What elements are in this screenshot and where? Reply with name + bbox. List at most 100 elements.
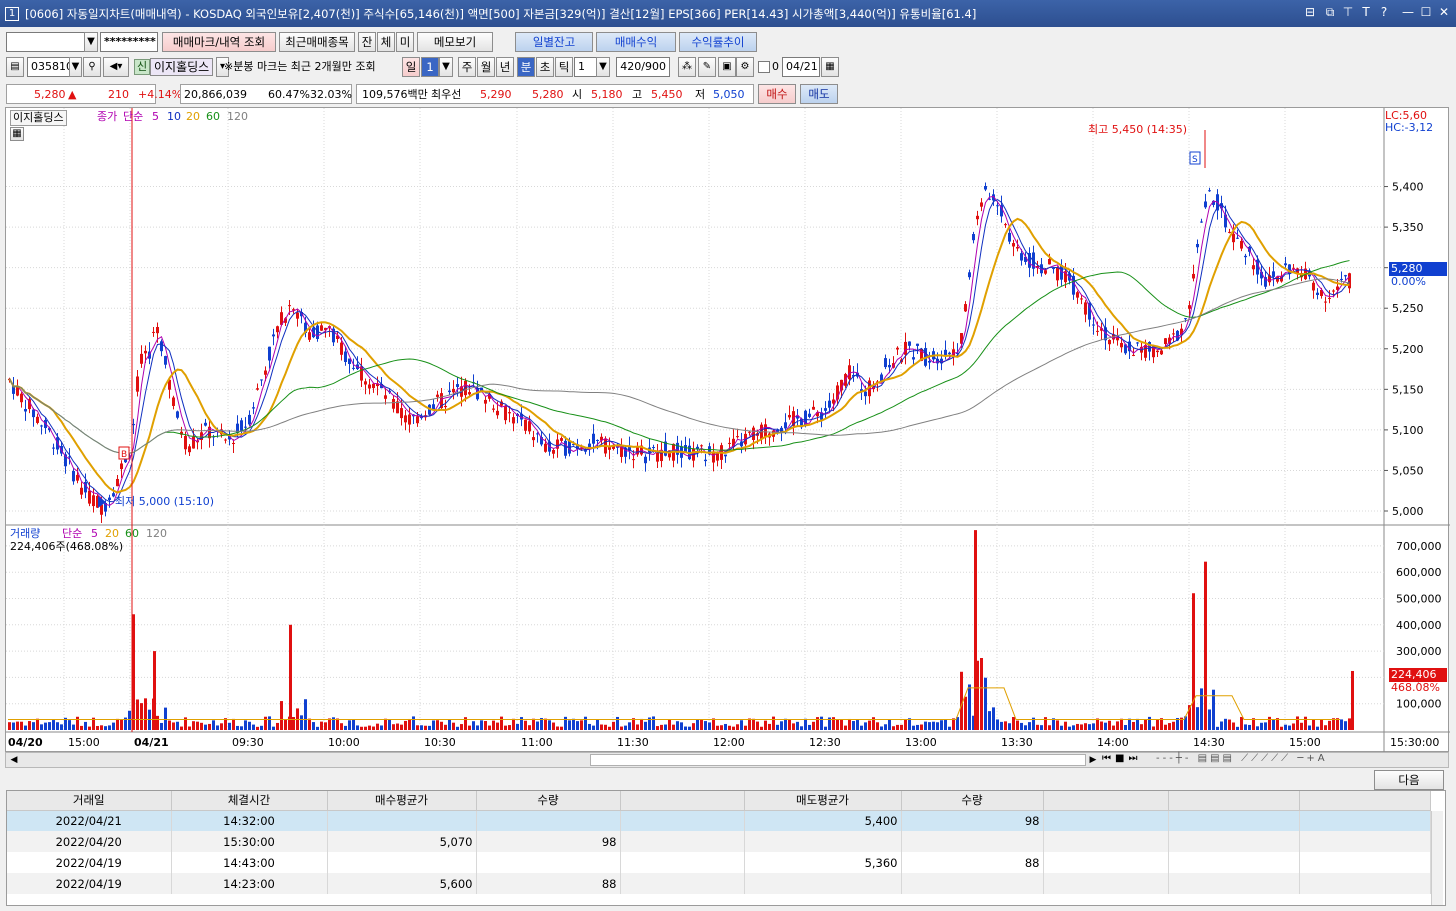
table-cell: 2022/04/19 — [7, 873, 172, 894]
chart-scrollbar[interactable]: ◀ ▶ ⏮■⏭ ‐‐‐┼‐ ▤▤▤ ⟋⟋⟋⟋⟋ ─+A — [5, 752, 1449, 768]
minimize-icon[interactable]: — — [1400, 5, 1416, 19]
volume-bar — [316, 726, 319, 730]
candle-body — [152, 331, 155, 333]
interval-dropdown-icon[interactable]: ▼ — [596, 57, 610, 77]
col-buy-avg[interactable]: 매수평균가 — [327, 791, 477, 811]
period-year-button[interactable]: 년 — [496, 57, 514, 77]
scroll-left-icon[interactable]: ◀ — [8, 754, 20, 766]
chart-tool-icons[interactable]: ‐‐‐┼‐ ▤▤▤ ⟋⟋⟋⟋⟋ ─+A — [1156, 753, 1328, 764]
volume-bar — [1224, 718, 1227, 730]
period-second-button[interactable]: 초 — [536, 57, 554, 77]
text-icon[interactable]: T — [1358, 5, 1374, 19]
table-row[interactable]: 2022/04/19 14:23:00 5,600 88 — [7, 873, 1431, 894]
volume-bar — [24, 725, 27, 730]
table-cell: 14:32:00 — [171, 810, 328, 831]
password-input[interactable]: ********* — [100, 32, 158, 52]
y-tick-label: 5,250 — [1392, 302, 1424, 315]
volume-bar — [928, 722, 931, 730]
account-select[interactable] — [6, 32, 86, 52]
table-row[interactable]: 2022/04/21 14:32:00 5,400 98 — [7, 810, 1431, 831]
unfilled-button[interactable]: 미 — [396, 32, 414, 52]
table-row[interactable]: 2022/04/19 14:43:00 5,360 88 — [7, 852, 1431, 873]
volume-bar — [468, 725, 471, 730]
volume-bar — [472, 721, 475, 730]
pin-icon[interactable]: ⊤ — [1340, 5, 1356, 19]
trade-profit-button[interactable]: 매매수익 — [596, 32, 676, 52]
sell-button[interactable]: 매도 — [800, 84, 838, 104]
daily-balance-button[interactable]: 일별잔고 — [515, 32, 593, 52]
col-trade-date[interactable]: 거래일 — [7, 791, 172, 811]
draw-tool-icon[interactable]: ✎ — [698, 57, 716, 77]
help-icon[interactable]: ? — [1376, 5, 1392, 19]
period-tick-button[interactable]: 틱 — [555, 57, 573, 77]
scroll-right-icon[interactable]: ▶ — [1086, 754, 1100, 766]
date-input[interactable]: 04/21 — [782, 57, 820, 77]
period-week-button[interactable]: 주 — [458, 57, 476, 77]
mark-query-button[interactable]: 매매마크/내역 조회 — [162, 32, 276, 52]
candle-body — [264, 370, 267, 375]
close-icon[interactable]: ✕ — [1436, 5, 1452, 19]
restore-panel-icon[interactable]: ⊟ — [1302, 5, 1318, 19]
volume-bar — [788, 720, 791, 730]
price-legend-stock[interactable]: 이지홀딩스 — [10, 110, 67, 126]
filled-button[interactable]: 체 — [377, 32, 395, 52]
calendar-icon[interactable]: ▦ — [821, 57, 839, 77]
period-dropdown-icon[interactable]: ▼ — [439, 57, 453, 77]
search-icon[interactable]: ⚲ — [83, 57, 101, 77]
x-tick-label: 10:30 — [424, 736, 456, 749]
next-button[interactable]: 다음 — [1374, 770, 1444, 790]
volume-bar — [228, 722, 231, 730]
candle-body — [1008, 232, 1011, 242]
indicator-icon[interactable]: ⁂ — [678, 57, 696, 77]
playback-icons[interactable]: ⏮■⏭ — [1102, 753, 1141, 764]
chart-canvas[interactable]: 04/20 15:00 04/21 09:30 10:00 10:30 11:00 11:30… — [6, 108, 1450, 753]
save-icon[interactable]: ▣ — [718, 57, 736, 77]
data-count-input[interactable]: 420/900 — [616, 57, 670, 77]
col-exec-time[interactable]: 체결시간 — [171, 791, 328, 811]
col-sell-avg[interactable]: 매도평균가 — [744, 791, 902, 811]
chart-area[interactable]: 04/20 15:00 04/21 09:30 10:00 10:30 11:00 11:30… — [5, 107, 1450, 753]
volume-legend-name[interactable]: 거래량 — [10, 527, 40, 541]
table-scrollbar[interactable] — [1431, 811, 1443, 905]
memo-button[interactable]: 메모보기 — [417, 32, 493, 52]
candle-body — [508, 412, 511, 414]
low-price: 5,050 — [713, 88, 745, 101]
chevron-down-icon[interactable]: ▼ — [84, 32, 98, 52]
volume-bar — [1264, 722, 1267, 730]
candle-body — [80, 487, 83, 495]
balance-button[interactable]: 잔 — [358, 32, 376, 52]
chart-settings-icon[interactable]: ▤ — [6, 57, 24, 77]
table-cell: 14:43:00 — [171, 852, 328, 873]
period-number-select[interactable]: 1 — [421, 57, 439, 77]
table-view-icon[interactable]: ▦ — [10, 127, 24, 141]
volume-bar — [780, 721, 783, 730]
volume-bar — [764, 720, 767, 730]
candle-body — [244, 426, 247, 428]
volume-bar — [436, 720, 439, 730]
interval-input[interactable]: 1 — [574, 57, 598, 77]
stock-code-input[interactable]: 035810 — [27, 57, 71, 77]
buy-button[interactable]: 매수 — [758, 84, 796, 104]
gear-icon[interactable]: ⚙ — [736, 57, 754, 77]
date-checkbox[interactable] — [758, 61, 770, 73]
col-sell-qty[interactable]: 수량 — [901, 791, 1044, 811]
candle-body — [164, 356, 167, 365]
return-trend-button[interactable]: 수익률추이 — [679, 32, 757, 52]
period-minute-button[interactable]: 분 — [517, 57, 535, 77]
table-row[interactable]: 2022/04/20 15:30:00 5,070 98 — [7, 831, 1431, 852]
volume-bar — [856, 720, 859, 730]
period-day-button[interactable]: 일 — [402, 57, 420, 77]
recent-trades-button[interactable]: 최근매매종목 — [279, 32, 355, 52]
maximize-icon[interactable]: ☐ — [1418, 5, 1434, 19]
speaker-icon[interactable]: ◀▾ — [103, 57, 129, 77]
table-cell — [1168, 810, 1300, 831]
period-month-button[interactable]: 월 — [477, 57, 495, 77]
candle-body — [72, 471, 75, 482]
scroll-thumb[interactable] — [590, 754, 1086, 766]
col-buy-qty[interactable]: 수량 — [476, 791, 621, 811]
col-spacer-2 — [1043, 791, 1169, 811]
volume-bar — [964, 696, 967, 730]
table-cell — [620, 852, 745, 873]
duplicate-icon[interactable]: ⧉ — [1322, 5, 1338, 20]
code-dropdown-icon[interactable]: ▼ — [69, 57, 82, 77]
